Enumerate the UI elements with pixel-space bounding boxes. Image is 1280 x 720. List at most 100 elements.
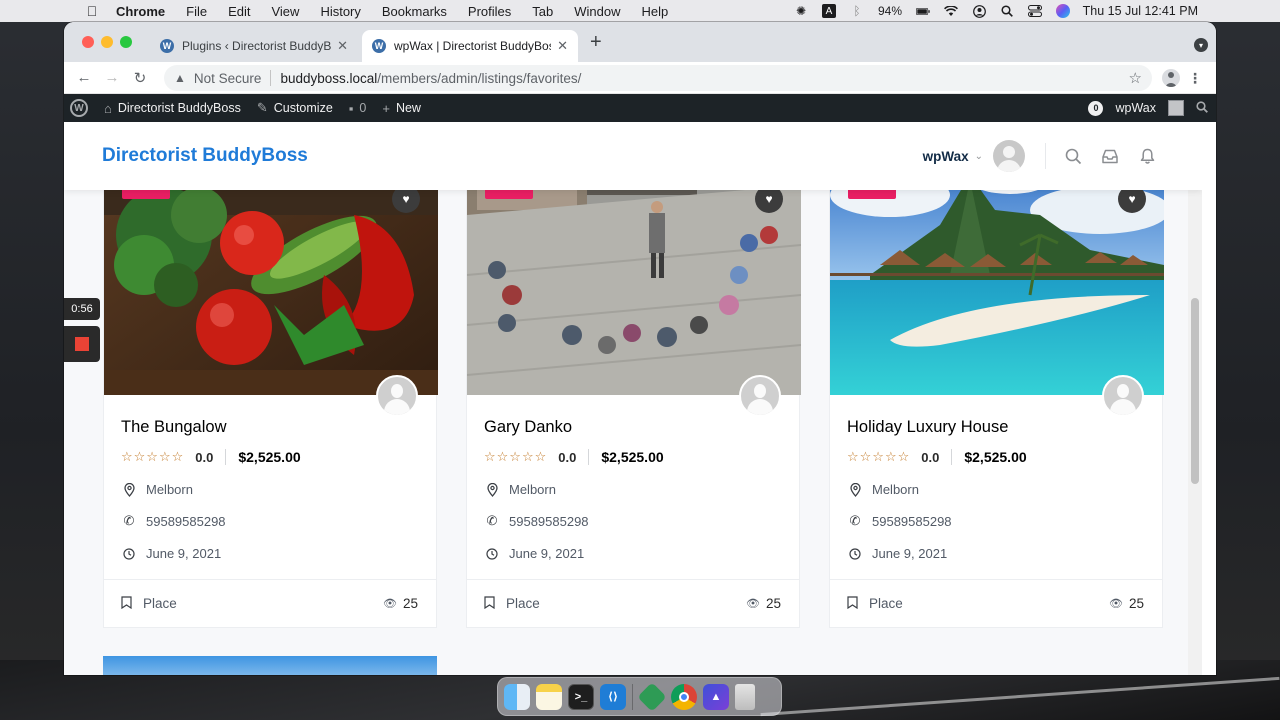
inbox-icon[interactable] bbox=[1101, 147, 1119, 165]
minimize-window-button[interactable] bbox=[101, 36, 113, 48]
stop-recording-button[interactable] bbox=[64, 326, 100, 362]
site-title[interactable]: Directorist BuddyBoss bbox=[102, 145, 308, 167]
gear-status-icon[interactable]: ✺ bbox=[794, 4, 808, 18]
listing-category[interactable]: Place bbox=[484, 595, 540, 612]
scrollbar-thumb[interactable] bbox=[1191, 298, 1199, 484]
phone-text[interactable]: 59589585298 bbox=[509, 514, 589, 529]
wordpress-logo-icon[interactable]: W bbox=[70, 99, 88, 117]
warning-triangle-icon[interactable]: ▲ bbox=[174, 71, 186, 85]
location-text[interactable]: Melborn bbox=[509, 482, 556, 497]
listing-date: June 9, 2021 bbox=[484, 546, 584, 561]
date-text: June 9, 2021 bbox=[509, 546, 585, 561]
menu-window[interactable]: Window bbox=[574, 4, 620, 19]
vscode-icon[interactable]: ⟨⟩ bbox=[600, 683, 626, 710]
address-bar[interactable]: ▲ Not Secure buddyboss.local /members/ad… bbox=[164, 65, 1152, 91]
zoom-window-button[interactable] bbox=[120, 36, 132, 48]
admin-bar-user[interactable]: wpWax bbox=[1115, 101, 1156, 115]
admin-bar-comments[interactable]: ▪ 0 bbox=[349, 101, 367, 116]
menubar-clock[interactable]: Thu 15 Jul 12:41 PM bbox=[1083, 4, 1198, 18]
chevron-down-icon[interactable]: ⌄ bbox=[975, 151, 983, 162]
author-avatar[interactable] bbox=[1102, 375, 1144, 417]
listing-card[interactable]: ♥ The Bungalow ☆☆☆☆☆ 0.0 $2,525.00 Melbo… bbox=[103, 154, 438, 628]
admin-bar-customize[interactable]: ✎ Customize bbox=[257, 100, 333, 116]
author-avatar[interactable] bbox=[739, 375, 781, 417]
admin-bar-avatar[interactable] bbox=[1168, 100, 1184, 116]
admin-bar-site[interactable]: ⌂ Directorist BuddyBoss bbox=[104, 101, 241, 116]
reload-icon[interactable]: ↻ bbox=[126, 69, 154, 87]
admin-bar-search-icon[interactable] bbox=[1196, 100, 1208, 116]
listing-title[interactable]: Holiday Luxury House bbox=[847, 418, 1008, 437]
affinity-icon[interactable]: ▲ bbox=[703, 683, 729, 710]
app-diamond-icon[interactable] bbox=[637, 681, 667, 712]
battery-icon[interactable] bbox=[916, 4, 930, 18]
user-switch-icon[interactable] bbox=[972, 4, 986, 18]
menu-bookmarks[interactable]: Bookmarks bbox=[382, 4, 447, 19]
menu-tab[interactable]: Tab bbox=[532, 4, 553, 19]
menu-app-name[interactable]: Chrome bbox=[116, 4, 165, 19]
admin-bar-customize-label: Customize bbox=[273, 101, 333, 115]
wordpress-icon: W bbox=[160, 39, 174, 53]
rating-row: ☆☆☆☆☆ 0.0 $2,525.00 bbox=[847, 449, 1027, 465]
listing-image-plaza-people[interactable]: ♥ bbox=[467, 155, 801, 395]
tab-wpwax[interactable]: W wpWax | Directorist BuddyBoss ✕ bbox=[362, 30, 578, 62]
bluetooth-icon[interactable]: ᛒ bbox=[850, 4, 864, 18]
finder-icon[interactable] bbox=[504, 683, 530, 710]
notification-count-badge[interactable]: 0 bbox=[1088, 100, 1104, 116]
menu-view[interactable]: View bbox=[271, 4, 299, 19]
chrome-icon[interactable] bbox=[671, 683, 697, 710]
tab-search-icon[interactable]: ▾ bbox=[1194, 38, 1208, 52]
menu-help[interactable]: Help bbox=[642, 4, 669, 19]
dashboard-icon: ⌂ bbox=[104, 100, 112, 116]
new-tab-button[interactable]: + bbox=[590, 32, 602, 52]
header-user-name[interactable]: wpWax bbox=[923, 149, 969, 164]
listing-category[interactable]: Place bbox=[121, 595, 177, 612]
listing-image-tropical-island[interactable]: ♥ bbox=[830, 155, 1164, 395]
map-pin-icon bbox=[121, 482, 137, 497]
views-count: 25 bbox=[765, 596, 781, 611]
terminal-icon[interactable]: >_ bbox=[568, 683, 594, 710]
trash-icon[interactable] bbox=[735, 683, 755, 710]
clock-icon bbox=[484, 547, 500, 560]
apple-menu-icon[interactable]:  bbox=[84, 3, 100, 19]
phone-text[interactable]: 59589585298 bbox=[872, 514, 952, 529]
input-source-icon[interactable]: A bbox=[821, 4, 836, 18]
header-divider bbox=[1045, 143, 1046, 169]
more-menu-icon[interactable]: ⋮ bbox=[1188, 70, 1202, 87]
bookmark-star-icon[interactable]: ☆ bbox=[1129, 69, 1142, 87]
author-avatar[interactable] bbox=[376, 375, 418, 417]
siri-icon[interactable] bbox=[1056, 4, 1070, 18]
notes-icon[interactable] bbox=[536, 683, 562, 710]
forward-arrow-icon[interactable]: → bbox=[98, 69, 126, 86]
wifi-icon[interactable] bbox=[944, 4, 958, 18]
close-window-button[interactable] bbox=[82, 36, 94, 48]
listing-card[interactable]: ♥ Gary Danko ☆☆☆☆☆ 0.0 $2,525.00 Melborn… bbox=[466, 154, 801, 628]
back-arrow-icon[interactable]: ← bbox=[70, 69, 98, 86]
profile-avatar-icon[interactable] bbox=[1162, 69, 1180, 87]
date-text: June 9, 2021 bbox=[146, 546, 222, 561]
close-tab-icon[interactable]: ✕ bbox=[337, 38, 348, 54]
bell-icon[interactable] bbox=[1138, 147, 1156, 165]
menu-history[interactable]: History bbox=[320, 4, 360, 19]
location-text[interactable]: Melborn bbox=[146, 482, 193, 497]
phone-text[interactable]: 59589585298 bbox=[146, 514, 226, 529]
menu-file[interactable]: File bbox=[186, 4, 207, 19]
listing-category[interactable]: Place bbox=[847, 595, 903, 612]
menu-profiles[interactable]: Profiles bbox=[468, 4, 511, 19]
listing-image-vegetables[interactable]: ♥ bbox=[104, 155, 438, 395]
views-count: 25 bbox=[1128, 596, 1144, 611]
tab-plugins[interactable]: W Plugins ‹ Directorist BuddyBoss ✕ bbox=[150, 30, 358, 62]
listing-title[interactable]: Gary Danko bbox=[484, 418, 572, 437]
control-center-icon[interactable] bbox=[1028, 4, 1042, 18]
menu-edit[interactable]: Edit bbox=[228, 4, 250, 19]
listing-title[interactable]: The Bungalow bbox=[121, 418, 227, 437]
rating-divider bbox=[225, 449, 227, 465]
location-text[interactable]: Melborn bbox=[872, 482, 919, 497]
page-scrollbar[interactable] bbox=[1188, 122, 1202, 675]
admin-bar-new[interactable]: + New bbox=[382, 101, 421, 116]
search-icon[interactable] bbox=[1064, 147, 1082, 165]
close-tab-icon[interactable]: ✕ bbox=[557, 38, 568, 54]
listing-card-partial[interactable] bbox=[103, 656, 437, 675]
spotlight-icon[interactable] bbox=[1000, 4, 1014, 18]
listing-card[interactable]: ♥ Holiday Luxury House ☆☆☆☆☆ 0.0 $2,525.… bbox=[829, 154, 1164, 628]
header-avatar[interactable] bbox=[993, 140, 1025, 172]
